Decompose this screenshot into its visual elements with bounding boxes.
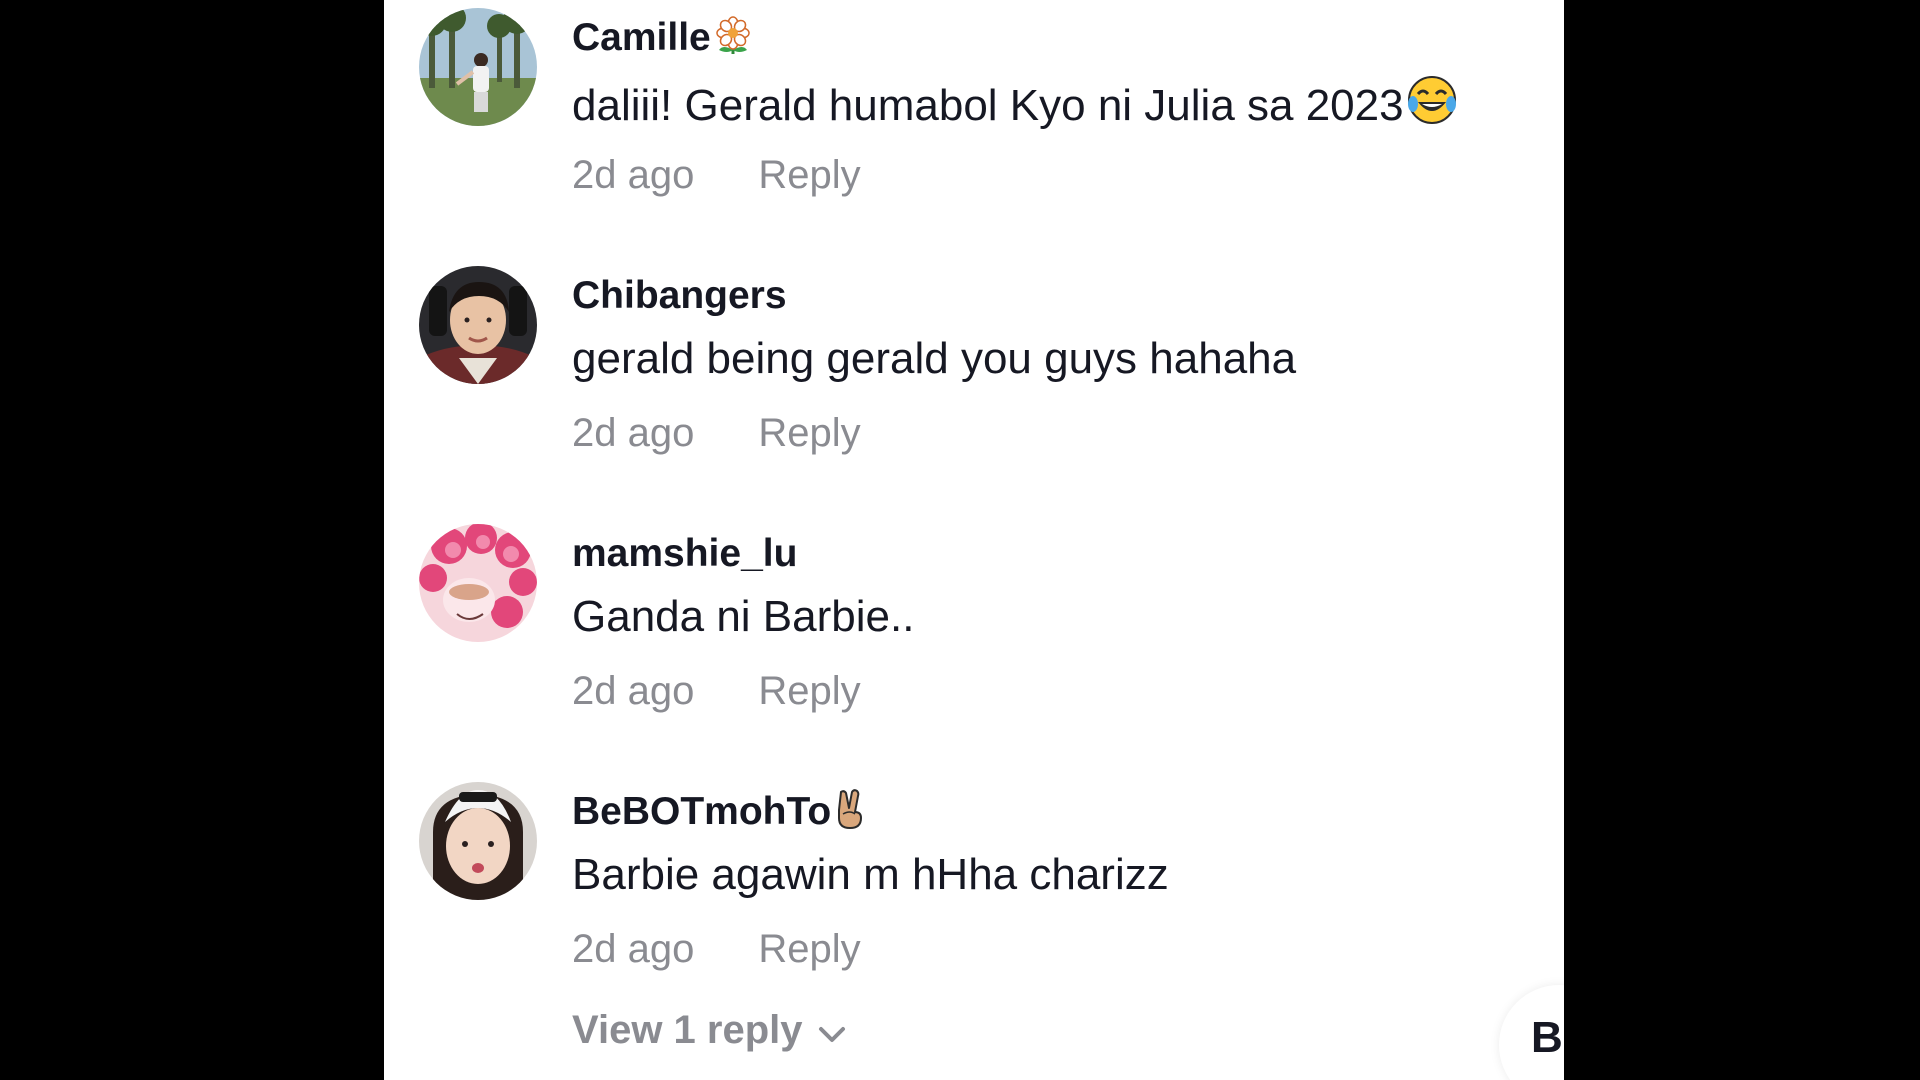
reply-button[interactable]: Reply — [758, 669, 860, 713]
comment-item: Camille daliii! Gerald humabol Kyo ni Ju… — [384, 0, 1564, 240]
victory-hand-icon — [833, 788, 867, 842]
comment-item: Chibangers gerald being gerald you guys … — [384, 258, 1564, 498]
comment-item: mamshie_lu Ganda ni Barbie.. 2d ago Reply — [384, 516, 1564, 756]
comment-time: 2d ago — [572, 153, 695, 197]
view-replies-button[interactable]: View 1 reply — [572, 1005, 847, 1055]
comment-time: 2d ago — [572, 927, 695, 971]
reply-button[interactable]: Reply — [758, 927, 860, 971]
comment-text: Barbie agawin m hHha charizz — [572, 850, 1169, 899]
comment-item: BeBOTmohTo Barbie agawin m hHha charizz … — [384, 774, 1564, 1014]
floating-button-label: B — [1531, 1013, 1563, 1062]
comment-meta: 2d ago Reply — [572, 408, 861, 458]
flower-icon — [713, 16, 753, 68]
chevron-down-icon — [818, 1027, 845, 1042]
reply-button[interactable]: Reply — [758, 153, 860, 197]
comment-username[interactable]: mamshie_lu — [572, 530, 797, 578]
comment-username[interactable]: BeBOTmohTo — [572, 788, 867, 842]
laughing-tears-icon — [1406, 74, 1458, 139]
comment-time: 2d ago — [572, 411, 695, 455]
comments-panel: Camille daliii! Gerald humabol Kyo ni Ju… — [384, 0, 1564, 1080]
avatar[interactable] — [419, 782, 537, 900]
comment-meta: 2d ago Reply — [572, 666, 861, 716]
avatar[interactable] — [419, 8, 537, 126]
comment-meta: 2d ago Reply — [572, 924, 861, 974]
comment-text: Ganda ni Barbie.. — [572, 592, 915, 641]
screen: Camille daliii! Gerald humabol Kyo ni Ju… — [0, 0, 1920, 1080]
comment-username[interactable]: Chibangers — [572, 272, 787, 320]
comment-time: 2d ago — [572, 669, 695, 713]
comment-text: daliii! Gerald humabol Kyo ni Julia sa 2… — [572, 74, 1458, 139]
reply-button[interactable]: Reply — [758, 411, 860, 455]
comment-username[interactable]: Camille — [572, 14, 753, 68]
avatar[interactable] — [419, 266, 537, 384]
comment-text: gerald being gerald you guys hahaha — [572, 334, 1297, 383]
avatar[interactable] — [419, 524, 537, 642]
comment-meta: 2d ago Reply — [572, 150, 861, 200]
